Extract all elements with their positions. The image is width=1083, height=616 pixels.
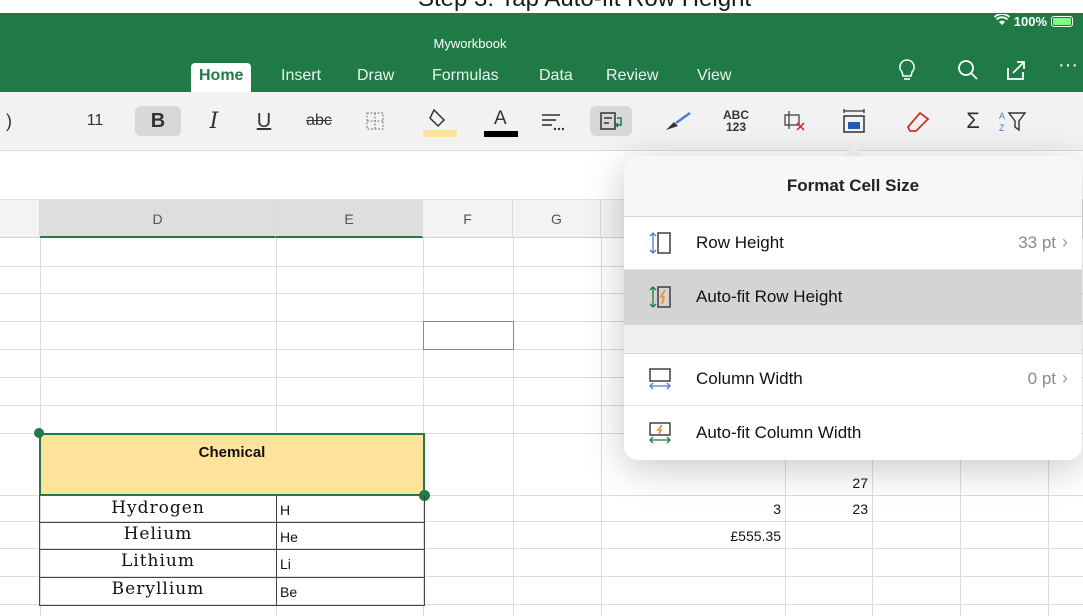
table-divider [276,496,277,606]
selection-handle-top-left[interactable] [34,428,44,438]
table-row-symbol[interactable]: Be [280,584,420,606]
column-width-label: Column Width [696,368,803,388]
autofit-row-height-label: Auto-fit Row Height [696,287,843,306]
chemical-header-cell[interactable]: Chemical [39,433,425,496]
table-row-symbol[interactable]: H [280,502,420,524]
chevron-right-icon: › [1062,232,1068,252]
format-cell-size-popover: Format Cell Size Row Height 33 pt › Auto… [624,156,1082,460]
font-name-box-edge[interactable]: ) [2,92,16,150]
more-icon[interactable]: ··· [1058,54,1078,77]
row-height-label: Row Height [696,232,784,252]
sort-filter-icon[interactable]: AZ [993,92,1033,150]
font-size-box[interactable]: 11 [70,92,120,150]
underline-button[interactable]: U [246,92,282,150]
grid-line [872,440,873,616]
cell-value[interactable]: 27 [785,475,872,495]
tab-view[interactable]: View [697,63,731,89]
status-bar: 100% [993,13,1073,29]
share-icon[interactable] [1005,58,1027,88]
svg-text:A: A [494,108,507,129]
tutorial-caption: Step 3: Tap Auto-fit Row Height [0,0,1083,13]
lightbulb-icon[interactable] [898,58,916,88]
table-row-name[interactable]: Helium [40,524,276,548]
column-header-f[interactable]: F [423,200,513,238]
search-icon[interactable] [957,58,979,88]
table-row-name[interactable]: Beryllium [40,579,276,603]
svg-text:Z: Z [999,123,1005,133]
fill-color-icon[interactable] [418,92,462,150]
tab-data[interactable]: Data [539,63,573,89]
autofit-column-width-label: Auto-fit Column Width [696,423,862,442]
grid-line [785,440,786,616]
cell-value[interactable]: 23 [785,501,872,521]
table-row-name[interactable]: Hydrogen [40,498,276,522]
bold-button[interactable]: B [135,106,181,136]
table-row-symbol[interactable]: Li [280,556,420,578]
tab-formulas[interactable]: Formulas [432,63,499,89]
tab-review[interactable]: Review [606,63,658,89]
autofit-row-height-icon [624,284,696,310]
clear-format-icon[interactable] [775,92,815,150]
number-format-button[interactable]: ABC 123 [716,92,756,150]
table-row-name[interactable]: Lithium [40,551,276,575]
tab-draw[interactable]: Draw [357,63,394,89]
home-ribbon: ) 11 B I U abc A ABC 123 Σ AZ [0,92,1083,151]
column-width-item[interactable]: Column Width 0 pt › [624,352,1082,406]
column-width-icon [624,367,696,391]
font-color-icon[interactable]: A [479,92,523,150]
eraser-icon[interactable] [898,92,938,150]
title-bar: 100% Myworkbook Home Insert Draw Formula… [0,0,1083,92]
table-row-symbol[interactable]: He [280,529,420,551]
cell-value[interactable]: 3 [601,501,785,521]
align-icon[interactable] [532,92,572,150]
workbook-title: Myworkbook [433,36,507,51]
row-height-icon [624,230,696,256]
chevron-right-icon: › [1062,368,1068,388]
borders-icon[interactable] [358,92,392,150]
grid-line [1048,440,1049,616]
italic-button[interactable]: I [196,92,232,150]
format-painter-icon[interactable] [658,92,698,150]
row-height-item[interactable]: Row Height 33 pt › [624,216,1082,270]
column-header-edge[interactable] [0,200,40,238]
wifi-icon [993,13,1010,29]
tab-home[interactable]: Home [191,63,252,92]
tab-insert[interactable]: Insert [281,63,321,89]
battery-icon [1051,16,1073,27]
grid-line [960,440,961,616]
cell-f-outline[interactable] [423,321,514,350]
column-header-d[interactable]: D [40,200,276,238]
column-header-g[interactable]: G [513,200,601,238]
popover-title: Format Cell Size [624,156,1082,217]
svg-text:A: A [999,111,1005,121]
cell-value[interactable]: £555.35 [601,528,785,548]
autofit-row-height-item[interactable]: Auto-fit Row Height [624,270,1082,324]
strikethrough-button[interactable]: abc [295,92,343,150]
autofit-column-width-item[interactable]: Auto-fit Column Width [624,406,1082,460]
format-cell-size-icon[interactable] [832,92,876,150]
autofit-column-width-icon [624,421,696,445]
battery-percent: 100% [1013,14,1047,29]
wrap-text-icon[interactable] [590,106,632,136]
grid-line [513,238,514,616]
column-header-e[interactable]: E [276,200,423,238]
popover-section-gap [624,324,1082,354]
autosum-icon[interactable]: Σ [957,92,989,150]
grid-line [601,238,602,616]
